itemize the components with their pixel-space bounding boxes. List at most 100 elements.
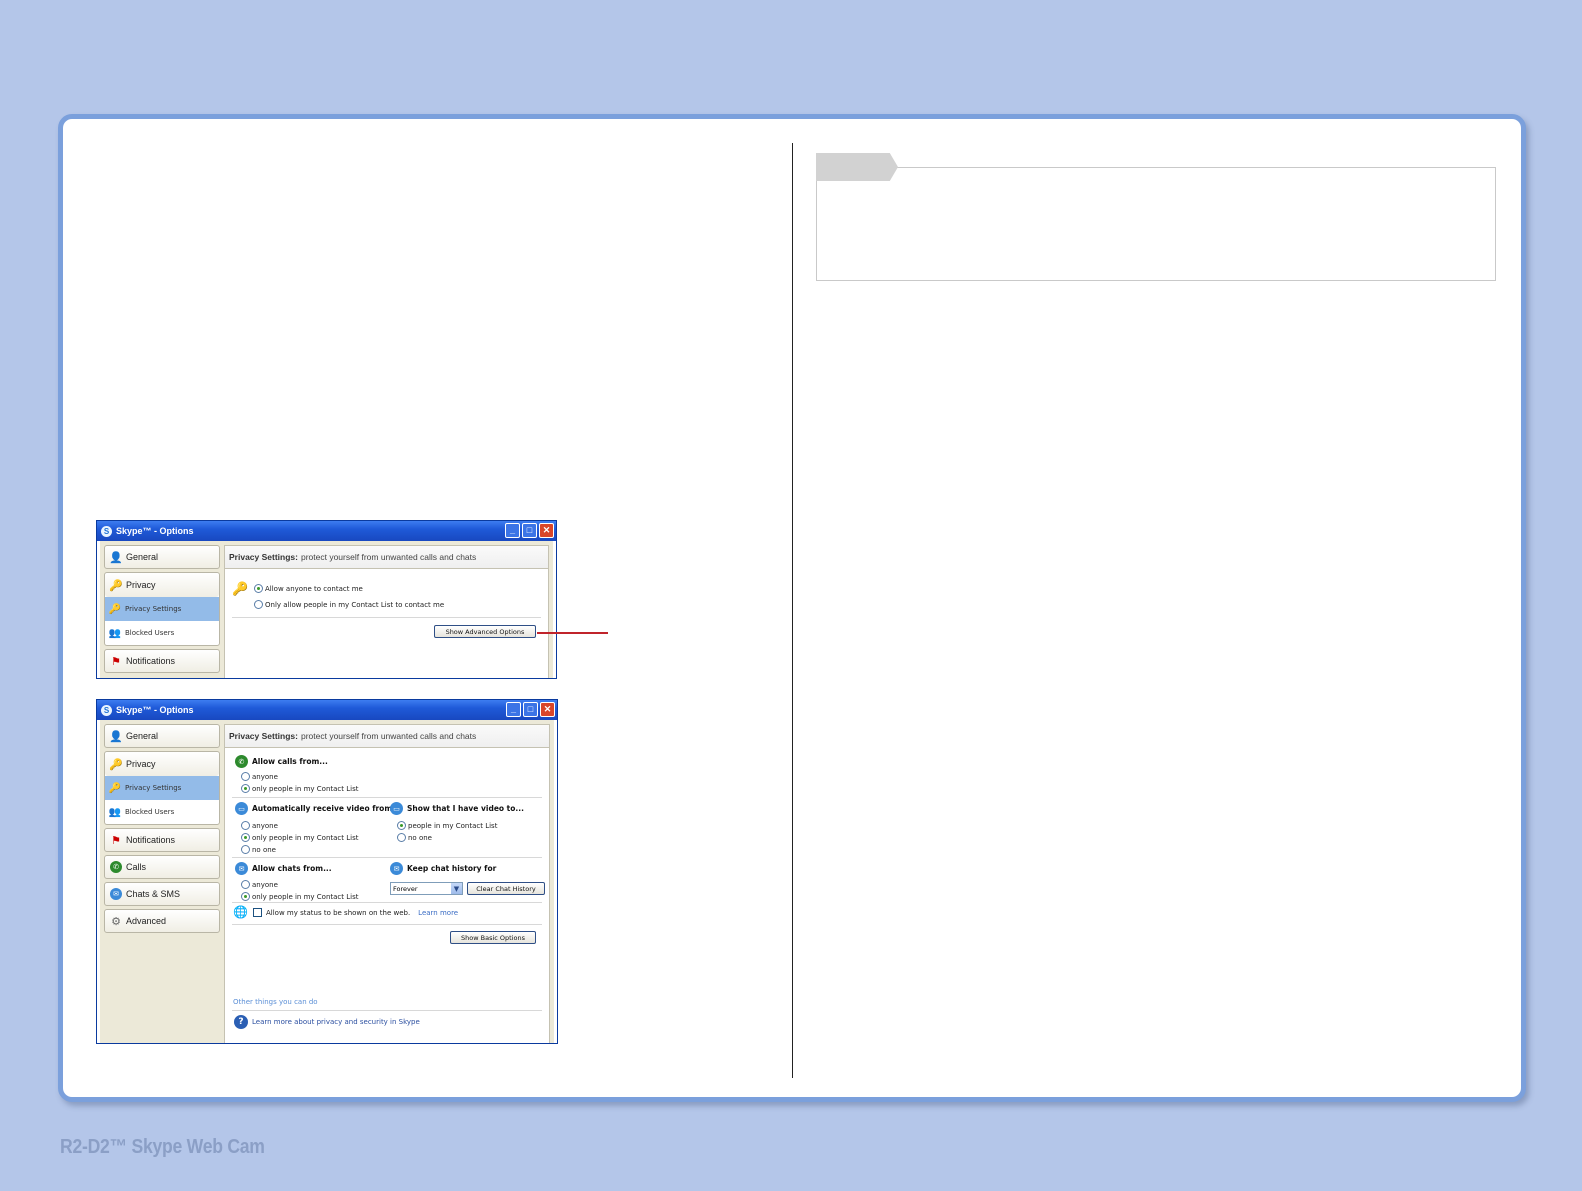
sidebar-item-label: Advanced xyxy=(126,916,167,926)
sidebar-item-advanced[interactable]: ⚙ Advanced xyxy=(104,909,220,933)
privacy-key-icon: 🔑 xyxy=(109,579,123,592)
separator xyxy=(232,857,542,858)
video-receive-radio-noone[interactable]: no one xyxy=(241,845,276,854)
sidebar-item-label: Privacy xyxy=(126,580,156,590)
phone-icon: ✆ xyxy=(109,860,123,874)
panel-header-subtitle: protect yourself from unwanted calls and… xyxy=(300,731,477,741)
radio-button[interactable] xyxy=(241,784,250,793)
clear-chat-history-button[interactable]: Clear Chat History xyxy=(467,882,545,895)
radio-button[interactable] xyxy=(254,584,263,593)
maximize-icon[interactable]: □ xyxy=(523,702,538,717)
sidebar-item-general[interactable]: 👤 General xyxy=(104,545,220,569)
chat-icon: ✉ xyxy=(109,887,123,901)
calls-radio-anyone[interactable]: anyone xyxy=(241,772,278,781)
web-status-checkbox-row[interactable]: Allow my status to be shown on the web. … xyxy=(253,908,458,917)
radio-label: Allow anyone to contact me xyxy=(265,584,363,593)
chats-radio-anyone[interactable]: anyone xyxy=(241,880,278,889)
video-receive-radio-contacts[interactable]: only people in my Contact List xyxy=(241,833,358,842)
history-section-title: ✉ Keep chat history for xyxy=(390,862,496,875)
radio-label: people in my Contact List xyxy=(408,821,498,830)
calls-radio-contacts[interactable]: only people in my Contact List xyxy=(241,784,358,793)
sidebar-item-label: Privacy xyxy=(126,759,156,769)
learn-more-privacy-row[interactable]: ? Learn more about privacy and security … xyxy=(234,1015,420,1029)
chevron-down-icon[interactable]: ▼ xyxy=(451,883,462,894)
sidebar-item-label: Calls xyxy=(126,862,147,872)
minimize-icon[interactable]: _ xyxy=(505,523,520,538)
show-basic-options-button[interactable]: Show Basic Options xyxy=(450,931,536,944)
privacy-settings-icon: 🔑 xyxy=(108,782,122,794)
video-show-section-title: ▭ Show that I have video to... xyxy=(390,802,524,815)
titlebar[interactable]: S Skype™ - Options _ □ ✕ xyxy=(97,700,557,720)
radio-button[interactable] xyxy=(397,833,406,842)
radio-label: only people in my Contact List xyxy=(252,892,359,901)
radio-label: only people in my Contact List xyxy=(252,833,359,842)
chat-history-dropdown[interactable]: Forever ▼ xyxy=(390,882,463,895)
window-body: 👤 General 🔑 Privacy 🔑 Privacy Settings 👥… xyxy=(100,720,554,1043)
sidebar-item-privacy-settings[interactable]: 🔑 Privacy Settings xyxy=(105,597,219,621)
chats-section-title: ✉ Allow chats from... xyxy=(235,862,332,875)
general-icon: 👤 xyxy=(109,730,123,743)
close-icon[interactable]: ✕ xyxy=(539,523,554,538)
section-title-text: Allow calls from... xyxy=(252,757,328,766)
radio-button[interactable] xyxy=(241,845,250,854)
checkbox-label: Allow my status to be shown on the web. xyxy=(266,908,411,917)
general-icon: 👤 xyxy=(109,551,123,564)
video-icon: ▭ xyxy=(390,802,403,815)
separator xyxy=(232,902,542,903)
help-icon: ? xyxy=(234,1015,248,1029)
sidebar-item-privacy-settings[interactable]: 🔑 Privacy Settings xyxy=(105,776,219,800)
separator xyxy=(232,1010,542,1011)
chats-radio-contacts[interactable]: only people in my Contact List xyxy=(241,892,358,901)
red-flag-icon: ⚑ xyxy=(111,655,121,668)
video-show-radio-noone[interactable]: no one xyxy=(397,833,432,842)
sidebar-item-notifications[interactable]: ⚑ Notifications xyxy=(104,828,220,852)
sidebar-item-label: Blocked Users xyxy=(125,629,175,637)
titlebar[interactable]: S Skype™ - Options _ □ ✕ xyxy=(97,521,556,541)
sidebar-item-label: General xyxy=(126,552,159,562)
radio-allow-anyone[interactable]: Allow anyone to contact me xyxy=(254,584,363,593)
radio-button[interactable] xyxy=(241,821,250,830)
sidebar-item-label: Notifications xyxy=(126,656,176,666)
footer-product-title: R2-D2™ Skype Web Cam xyxy=(60,1136,265,1158)
radio-button[interactable] xyxy=(397,821,406,830)
show-advanced-options-button[interactable]: Show Advanced Options xyxy=(434,625,536,638)
sidebar-item-privacy[interactable]: 🔑 Privacy xyxy=(105,752,219,776)
note-box xyxy=(816,167,1496,281)
skype-logo-icon: S xyxy=(101,704,112,716)
panel-header: Privacy Settings: protect yourself from … xyxy=(225,546,548,569)
options-sidebar: 👤 General 🔑 Privacy 🔑 Privacy Settings 👥… xyxy=(104,724,220,936)
video-receive-radio-anyone[interactable]: anyone xyxy=(241,821,278,830)
panel-header-title: Privacy Settings: xyxy=(229,552,298,562)
video-show-radio-contacts[interactable]: people in my Contact List xyxy=(397,821,497,830)
gear-icon: ⚙ xyxy=(111,915,121,928)
learn-more-privacy-link[interactable]: Learn more about privacy and security in… xyxy=(252,1018,420,1026)
sidebar-item-calls[interactable]: ✆ Calls xyxy=(104,855,220,879)
calls-section-title: ✆ Allow calls from... xyxy=(235,755,328,768)
radio-contacts-only[interactable]: Only allow people in my Contact List to … xyxy=(254,600,444,609)
radio-button[interactable] xyxy=(241,833,250,842)
radio-button[interactable] xyxy=(241,880,250,889)
radio-button[interactable] xyxy=(241,892,250,901)
web-status-checkbox[interactable] xyxy=(253,908,262,917)
sidebar-item-blocked-users[interactable]: 👥 Blocked Users xyxy=(105,621,219,645)
sidebar-item-label: Notifications xyxy=(126,835,176,845)
radio-button[interactable] xyxy=(254,600,263,609)
radio-button[interactable] xyxy=(241,772,250,781)
sidebar-item-blocked-users[interactable]: 👥 Blocked Users xyxy=(105,800,219,824)
minimize-icon[interactable]: _ xyxy=(506,702,521,717)
sidebar-item-chats-sms[interactable]: ✉ Chats & SMS xyxy=(104,882,220,906)
sidebar-item-general[interactable]: 👤 General xyxy=(104,724,220,748)
skype-options-window-basic: S Skype™ - Options _ □ ✕ 👤 General 🔑 Pri… xyxy=(96,520,557,679)
close-icon[interactable]: ✕ xyxy=(540,702,555,717)
learn-more-link[interactable]: Learn more xyxy=(418,909,458,917)
phone-icon: ✆ xyxy=(235,755,248,768)
sidebar-item-label: Chats & SMS xyxy=(126,889,181,899)
maximize-icon[interactable]: □ xyxy=(522,523,537,538)
radio-label: no one xyxy=(408,833,432,842)
skype-logo-icon: S xyxy=(101,525,112,537)
red-flag-icon: ⚑ xyxy=(111,834,121,847)
separator xyxy=(232,924,542,925)
sidebar-item-privacy[interactable]: 🔑 Privacy xyxy=(105,573,219,597)
sidebar-item-notifications[interactable]: ⚑ Notifications xyxy=(104,649,220,673)
privacy-key-icon: 🔑 xyxy=(232,582,249,597)
